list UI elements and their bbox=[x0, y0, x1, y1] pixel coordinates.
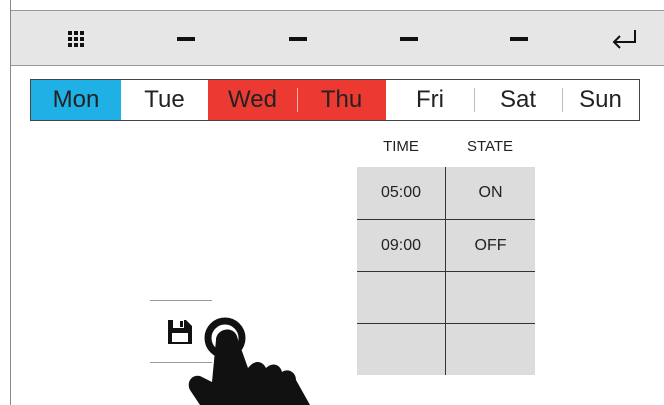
state-cell[interactable]: OFF bbox=[446, 220, 535, 271]
day-label: Fri bbox=[416, 86, 444, 113]
dash-button-1[interactable] bbox=[171, 11, 201, 67]
day-tab-wed[interactable]: Wed bbox=[208, 80, 297, 120]
day-label: Mon bbox=[52, 86, 100, 113]
row-divider bbox=[357, 219, 535, 220]
day-label: Wed bbox=[228, 86, 277, 113]
dash-icon bbox=[289, 37, 307, 41]
day-label: Sun bbox=[579, 86, 622, 113]
day-tab-thu[interactable]: Thu bbox=[297, 80, 386, 120]
return-arrow-icon bbox=[612, 30, 636, 49]
time-column-header: TIME bbox=[383, 137, 419, 155]
state-cell[interactable] bbox=[446, 324, 535, 375]
dash-icon bbox=[177, 37, 195, 41]
time-cell[interactable] bbox=[357, 324, 445, 375]
top-toolbar bbox=[11, 10, 664, 66]
time-cell[interactable]: 09:00 bbox=[357, 220, 445, 271]
divider bbox=[150, 300, 212, 301]
day-tab-sun[interactable]: Sun bbox=[562, 80, 639, 120]
day-label: Sat bbox=[499, 86, 537, 113]
back-button[interactable] bbox=[607, 11, 641, 67]
dash-icon bbox=[400, 37, 418, 41]
time-cell[interactable]: 05:00 bbox=[357, 167, 445, 219]
row-divider bbox=[357, 271, 535, 272]
dash-button-2[interactable] bbox=[283, 11, 313, 67]
dash-button-3[interactable] bbox=[394, 11, 424, 67]
day-label: Tue bbox=[144, 86, 185, 113]
grid-icon bbox=[68, 31, 84, 47]
hand-pointer-icon bbox=[188, 317, 310, 405]
state-column-header: STATE bbox=[466, 137, 514, 155]
dash-icon bbox=[510, 37, 528, 41]
row-divider bbox=[357, 323, 535, 324]
day-tab-tue[interactable]: Tue bbox=[121, 80, 208, 120]
time-cell[interactable] bbox=[357, 272, 445, 323]
column-divider bbox=[445, 167, 446, 375]
day-tab-sat[interactable]: Sat bbox=[474, 80, 562, 120]
day-tab-fri[interactable]: Fri bbox=[386, 80, 474, 120]
day-tab-mon[interactable]: Mon bbox=[31, 80, 121, 120]
day-selector: Mon Tue Wed Thu Fri Sat Sun bbox=[30, 79, 640, 121]
day-label: Thu bbox=[320, 86, 363, 113]
state-cell[interactable]: ON bbox=[446, 167, 535, 219]
grid-menu-button[interactable] bbox=[61, 11, 91, 67]
state-cell[interactable] bbox=[446, 272, 535, 323]
dash-button-4[interactable] bbox=[504, 11, 534, 67]
